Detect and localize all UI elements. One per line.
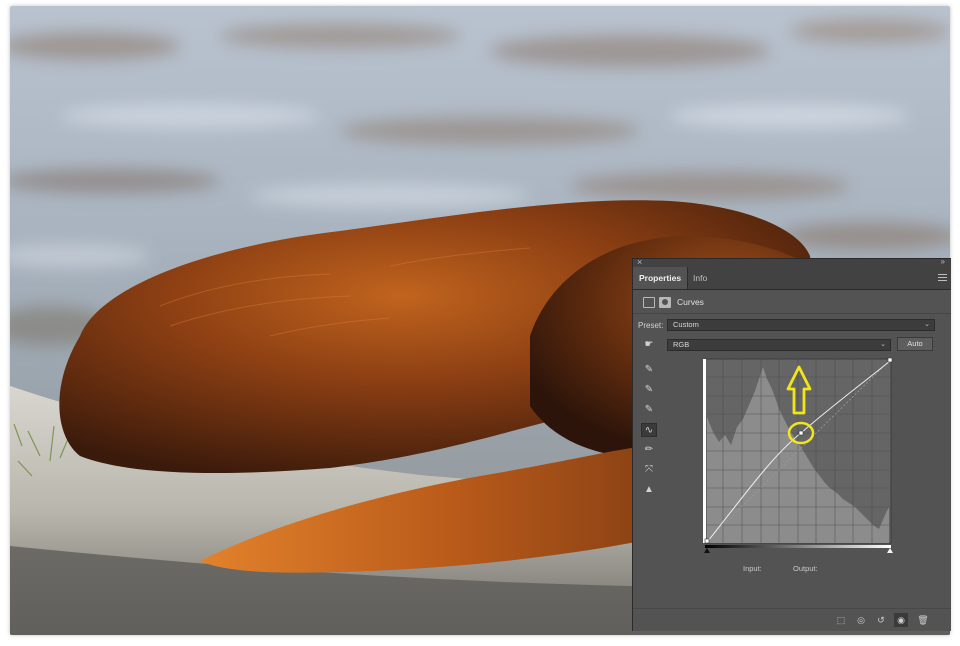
- collapse-icon[interactable]: »: [941, 257, 945, 266]
- clipping-warning-icon[interactable]: ▲: [641, 483, 657, 497]
- black-point-eyedropper-icon[interactable]: ✎: [641, 363, 657, 377]
- tab-info[interactable]: Info: [687, 267, 713, 289]
- properties-panel: × » Properties Info Curves Preset: Custo…: [632, 257, 951, 631]
- tab-properties[interactable]: Properties: [633, 267, 689, 289]
- curves-graph[interactable]: [703, 357, 895, 559]
- auto-button[interactable]: Auto: [897, 337, 933, 351]
- close-icon[interactable]: ×: [637, 257, 642, 267]
- white-point-eyedropper-icon[interactable]: ✎: [641, 403, 657, 417]
- curves-adjustment-icon: [643, 297, 655, 308]
- hand-adjust-icon[interactable]: ☛: [641, 338, 657, 352]
- layer-mask-icon[interactable]: [659, 297, 671, 308]
- adjustment-label: Curves: [677, 297, 704, 307]
- output-label: Output:: [793, 564, 818, 573]
- panel-footer: ⬚ ◎ ↺ ◉ 🗑: [633, 608, 951, 631]
- panel-titlebar: × »: [633, 257, 951, 267]
- curve-point-tool-icon[interactable]: ∿: [641, 423, 657, 437]
- panel-tabs: Properties Info: [633, 267, 951, 290]
- gray-point-eyedropper-icon[interactable]: ✎: [641, 383, 657, 397]
- smooth-icon[interactable]: ⤧: [641, 463, 657, 477]
- clip-to-layer-icon[interactable]: ⬚: [834, 613, 848, 627]
- delete-icon[interactable]: 🗑: [916, 613, 930, 627]
- channel-dropdown[interactable]: RGB ⌄: [667, 339, 891, 351]
- preset-label: Preset:: [638, 321, 664, 330]
- view-previous-state-icon[interactable]: ◎: [854, 613, 868, 627]
- adjustment-header: Curves: [633, 291, 951, 314]
- chevron-down-icon: ⌄: [924, 321, 930, 328]
- preset-dropdown[interactable]: Custom ⌄: [667, 319, 935, 331]
- input-label: Input:: [743, 564, 762, 573]
- visibility-icon[interactable]: ◉: [894, 613, 908, 627]
- chevron-down-icon: ⌄: [880, 341, 886, 348]
- panel-menu-icon[interactable]: [938, 274, 947, 283]
- pencil-tool-icon[interactable]: ✏: [641, 443, 657, 457]
- channel-value: RGB: [673, 340, 690, 349]
- preset-value: Custom: [673, 320, 699, 329]
- reset-icon[interactable]: ↺: [874, 613, 888, 627]
